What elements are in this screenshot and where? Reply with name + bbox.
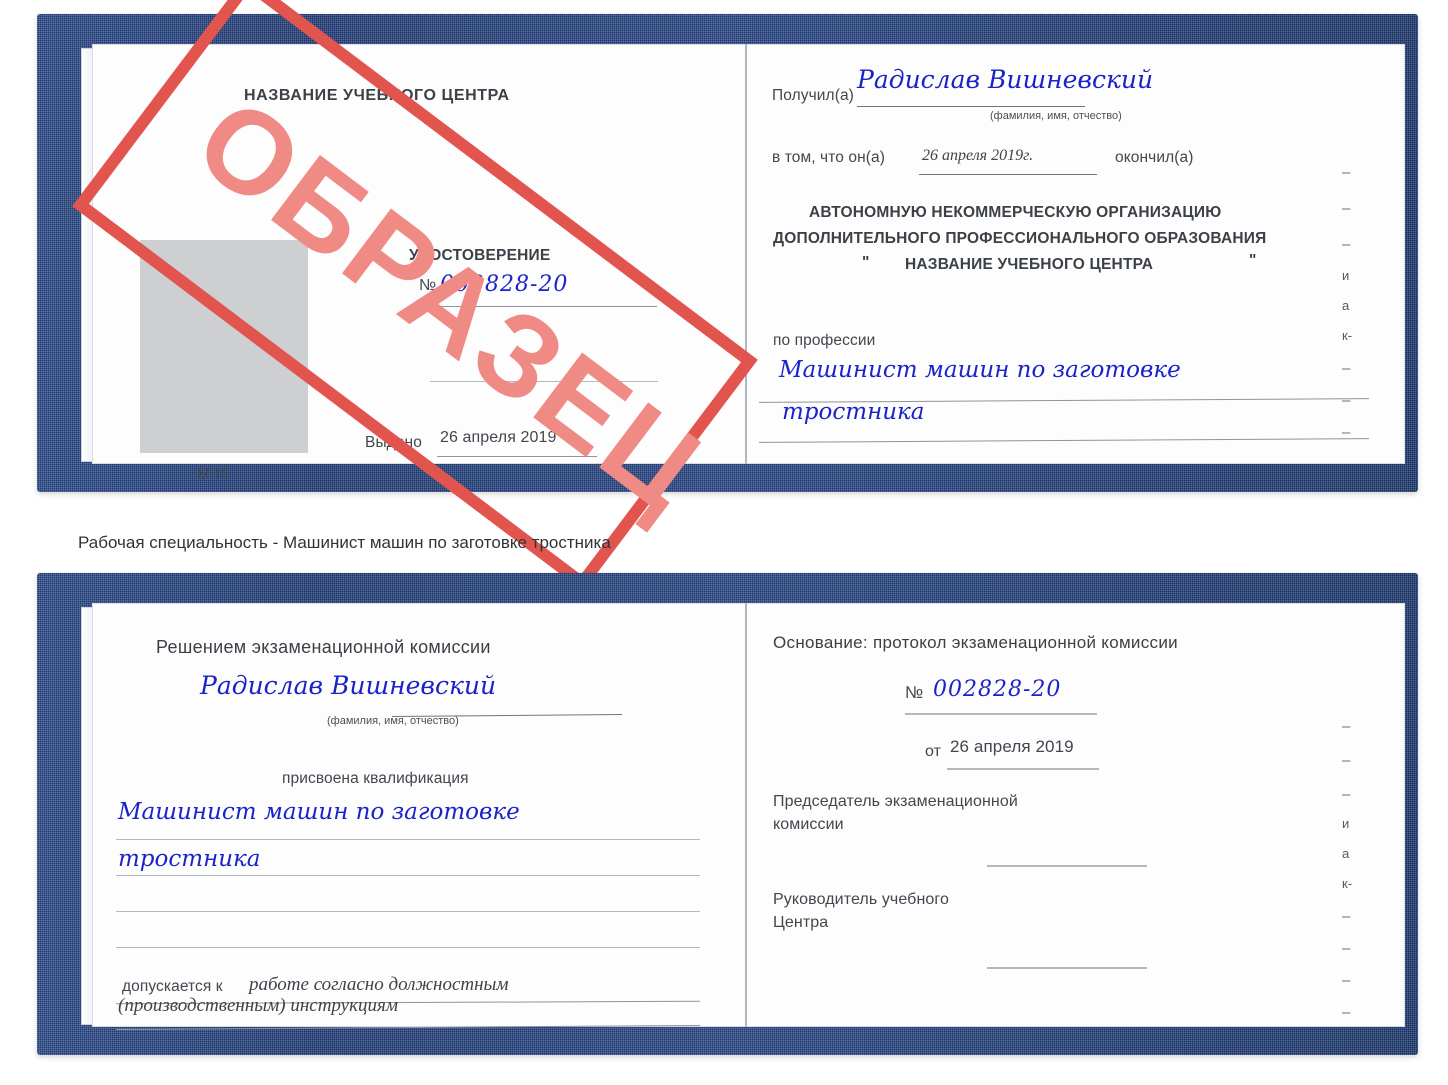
protocol-number-rule [905, 713, 1097, 715]
issued-value: 26 апреля 2019 [440, 429, 557, 446]
certificate-bottom: Решением экзаменационной комиссии Радисл… [37, 573, 1418, 1055]
fio-hint: (фамилия, имя, отчество) [327, 715, 459, 727]
blank-rule-a [116, 911, 700, 912]
received-name-value: Радислав Вишневский [857, 65, 1154, 94]
margin-fragment: а [1342, 846, 1350, 861]
margin-fragment: – [1342, 718, 1351, 735]
admitted-label: допускается к [122, 978, 223, 995]
photo-placeholder [140, 240, 308, 453]
margin-fragment: – [1342, 786, 1351, 803]
margin-fragment: и [1342, 816, 1350, 831]
number-symbol: № [419, 277, 437, 294]
org-line-3: НАЗВАНИЕ УЧЕБНОГО ЦЕНТРА [905, 256, 1154, 273]
profession-value-line-2: тростника [782, 399, 925, 425]
margin-fragment: к- [1342, 876, 1353, 891]
director-label-line-2: Центра [773, 914, 829, 931]
margin-fragment: – [1342, 360, 1351, 377]
margin-fragment: – [1342, 908, 1351, 925]
protocol-from-rule [947, 768, 1099, 770]
profession-rule-2 [759, 438, 1369, 443]
certificate-number-value: 002828-20 [440, 272, 569, 297]
qualification-value-line-2: тростника [118, 846, 261, 872]
bottom-right-page: Основание: протокол экзаменационной коми… [747, 603, 1405, 1027]
protocol-from-value: 26 апреля 2019 [950, 737, 1074, 756]
margin-fragment: – [1342, 1004, 1351, 1021]
director-label-line-1: Руководитель учебного [773, 891, 949, 908]
admitted-value-line-1: работе согласно должностным [249, 974, 509, 995]
issued-label: Выдано [365, 434, 422, 451]
margin-fragment: к- [1342, 328, 1353, 343]
in-that-label: в том, что он(а) [772, 149, 886, 166]
inner-pages: Решением экзаменационной комиссии Радисл… [92, 603, 1405, 1031]
margin-fragment: – [1342, 236, 1351, 253]
profession-value-line-1: Машинист машин по заготовке [779, 357, 1181, 383]
document-title: УДОСТОВЕРЕНИЕ [409, 247, 551, 264]
basis-label: Основание: протокол экзаменационной коми… [773, 633, 1178, 652]
margin-fragment: – [1342, 392, 1351, 409]
admitted-value-line-2: (производственным) инструкциям [118, 995, 398, 1016]
received-label: Получил(а) [772, 87, 854, 104]
training-center-name-title: НАЗВАНИЕ УЧЕБНОГО ЦЕНТРА [244, 87, 510, 104]
chairman-label-line-2: комиссии [773, 816, 844, 833]
protocol-from-label: от [925, 743, 942, 760]
screenshot-root: НАЗВАНИЕ УЧЕБНОГО ЦЕНТРА УДОСТОВЕРЕНИЕ №… [0, 0, 1448, 1085]
profession-label: по профессии [773, 332, 876, 349]
completion-date-value: 26 апреля 2019г. [922, 147, 1034, 164]
fio-hint: (фамилия, имя, отчество) [990, 110, 1122, 122]
margin-fragment: – [1342, 752, 1351, 769]
seal-place-label: М.П. [197, 466, 232, 483]
bottom-left-page: Решением экзаменационной комиссии Радисл… [92, 603, 745, 1031]
top-left-page: НАЗВАНИЕ УЧЕБНОГО ЦЕНТРА УДОСТОВЕРЕНИЕ №… [92, 44, 745, 483]
certificate-top: НАЗВАНИЕ УЧЕБНОГО ЦЕНТРА УДОСТОВЕРЕНИЕ №… [37, 14, 1418, 492]
page-caption: Рабочая специальность - Машинист машин п… [78, 533, 611, 552]
margin-fragment: – [1342, 972, 1351, 989]
blank-rule-1 [430, 381, 658, 382]
qualification-rule-2 [116, 875, 700, 876]
qualification-rule-1 [116, 839, 700, 840]
protocol-number-symbol: № [905, 683, 924, 702]
decision-title: Решением экзаменационной комиссии [156, 637, 491, 657]
margin-fragment: – [1342, 940, 1351, 957]
number-rule [422, 306, 657, 307]
received-rule [857, 106, 1085, 107]
right-margin-fragments: – – – и а к- – – – – [1340, 718, 1380, 1021]
right-margin-fragments: – – – и а к- – – – [1340, 164, 1380, 444]
margin-fragment: – [1342, 424, 1351, 441]
top-right-page: Получил(а) Радислав Вишневский (фамилия,… [747, 44, 1405, 464]
completion-date-rule [919, 174, 1097, 175]
issued-rule [437, 456, 597, 457]
margin-fragment: – [1342, 200, 1351, 217]
margin-fragment: – [1342, 164, 1351, 181]
chairman-signature-rule [987, 865, 1147, 867]
inner-pages: НАЗВАНИЕ УЧЕБНОГО ЦЕНТРА УДОСТОВЕРЕНИЕ №… [92, 44, 1405, 483]
org-quote-open: " [862, 254, 870, 271]
chairman-label-line-1: Председатель экзаменационной [773, 793, 1018, 810]
protocol-number-value: 002828-20 [933, 677, 1062, 702]
blank-rule-b [116, 947, 700, 948]
director-signature-rule [987, 967, 1147, 969]
org-line-2: ДОПОЛНИТЕЛЬНОГО ПРОФЕССИОНАЛЬНОГО ОБРАЗО… [773, 230, 1267, 247]
finished-label: окончил(а) [1115, 149, 1194, 166]
org-line-1: АВТОНОМНУЮ НЕКОММЕРЧЕСКУЮ ОРГАНИЗАЦИЮ [809, 204, 1222, 221]
margin-fragment: и [1342, 268, 1350, 283]
admitted-rule-2 [116, 1024, 700, 1031]
qualification-label: присвоена квалификация [282, 770, 469, 787]
qualification-value-line-1: Машинист машин по заготовке [118, 799, 520, 825]
decision-name-value: Радислав Вишневский [200, 671, 497, 700]
margin-fragment: а [1342, 298, 1350, 313]
org-quote-close: " [1249, 252, 1257, 269]
